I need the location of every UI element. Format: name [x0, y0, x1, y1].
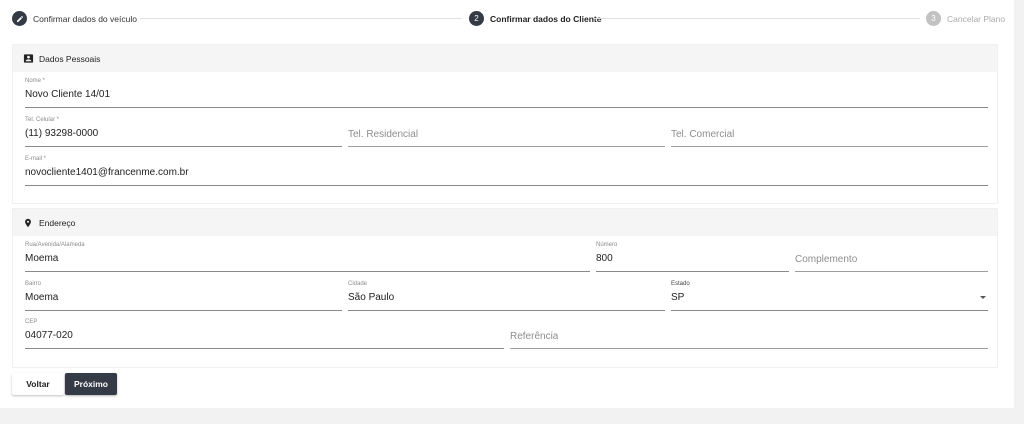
- map-pin-icon: [22, 217, 34, 229]
- neighborhood-label: Bairro: [25, 281, 42, 287]
- name-field[interactable]: Nome * Novo Cliente 14/01: [25, 78, 988, 108]
- reference-field[interactable]: Referência: [510, 319, 988, 349]
- stepper: Confirmar dados do veículo 2 Confirmar d…: [0, 0, 1014, 36]
- mobile-phone-value: (11) 93298-0000: [25, 128, 99, 139]
- zip-code-label: CEP: [25, 319, 38, 325]
- street-field[interactable]: Rua/Avenida/Alameda Moema: [25, 242, 590, 272]
- step-client[interactable]: 2 Confirmar dados do Cliente: [469, 11, 601, 26]
- address-header: Endereço: [13, 209, 997, 236]
- pencil-icon: [12, 11, 27, 26]
- neighborhood-field[interactable]: Bairro Moema: [25, 281, 342, 311]
- work-phone-placeholder: Tel. Comercial: [671, 129, 735, 140]
- mobile-phone-field[interactable]: Tel. Celular * (11) 93298-0000: [25, 117, 342, 147]
- mobile-phone-label: Tel. Celular *: [25, 117, 60, 123]
- personal-data-header: Dados Pessoais: [13, 45, 997, 72]
- reference-placeholder: Referência: [510, 331, 559, 342]
- city-value: São Paulo: [348, 292, 395, 303]
- city-field[interactable]: Cidade São Paulo: [348, 281, 665, 311]
- back-button[interactable]: Voltar: [12, 373, 64, 395]
- step-connector: [594, 18, 920, 19]
- number-value: 800: [596, 253, 613, 264]
- email-value: novocliente1401@francenme.com.br: [25, 167, 189, 178]
- step-cancel[interactable]: 3 Cancelar Plano: [926, 11, 1005, 26]
- step-number-badge: 2: [469, 11, 484, 26]
- step-client-label: Confirmar dados do Cliente: [490, 13, 602, 24]
- name-label: Nome *: [25, 78, 46, 84]
- number-label: Número: [596, 242, 618, 248]
- zip-code-value: 04077-020: [25, 330, 73, 341]
- email-field[interactable]: E-mail * novocliente1401@francenme.com.b…: [25, 156, 988, 186]
- state-select[interactable]: Estado SP: [671, 281, 988, 311]
- page: Confirmar dados do veículo 2 Confirmar d…: [0, 0, 1014, 408]
- step-vehicle[interactable]: Confirmar dados do veículo: [12, 11, 137, 26]
- personal-data-card: Dados Pessoais Nome * Novo Cliente 14/01…: [12, 44, 998, 204]
- address-title: Endereço: [39, 217, 76, 228]
- home-phone-placeholder: Tel. Residencial: [348, 129, 419, 140]
- complement-placeholder: Complemento: [795, 254, 858, 265]
- street-value: Moema: [25, 253, 59, 264]
- email-label: E-mail *: [25, 156, 47, 162]
- state-label: Estado: [671, 281, 690, 287]
- address-card: Endereço Rua/Avenida/Alameda Moema Númer…: [12, 208, 998, 368]
- work-phone-field[interactable]: Tel. Comercial: [671, 117, 988, 147]
- dropdown-arrow-icon[interactable]: [980, 296, 986, 299]
- step-vehicle-label: Confirmar dados do veículo: [33, 13, 137, 24]
- street-label: Rua/Avenida/Alameda: [25, 242, 85, 248]
- neighborhood-value: Moema: [25, 292, 59, 303]
- number-field[interactable]: Número 800: [596, 242, 789, 272]
- city-label: Cidade: [348, 281, 368, 287]
- personal-data-title: Dados Pessoais: [39, 53, 101, 64]
- step-connector: [140, 18, 462, 19]
- zip-code-field[interactable]: CEP 04077-020: [25, 319, 504, 349]
- name-value: Novo Cliente 14/01: [25, 89, 111, 100]
- next-button[interactable]: Próximo: [65, 373, 117, 395]
- step-cancel-label: Cancelar Plano: [947, 13, 1006, 24]
- home-phone-field[interactable]: Tel. Residencial: [348, 117, 665, 147]
- state-value: SP: [671, 292, 685, 303]
- complement-field[interactable]: Complemento: [795, 242, 988, 272]
- step-number-badge: 3: [926, 11, 941, 26]
- contact-card-icon: [22, 53, 34, 65]
